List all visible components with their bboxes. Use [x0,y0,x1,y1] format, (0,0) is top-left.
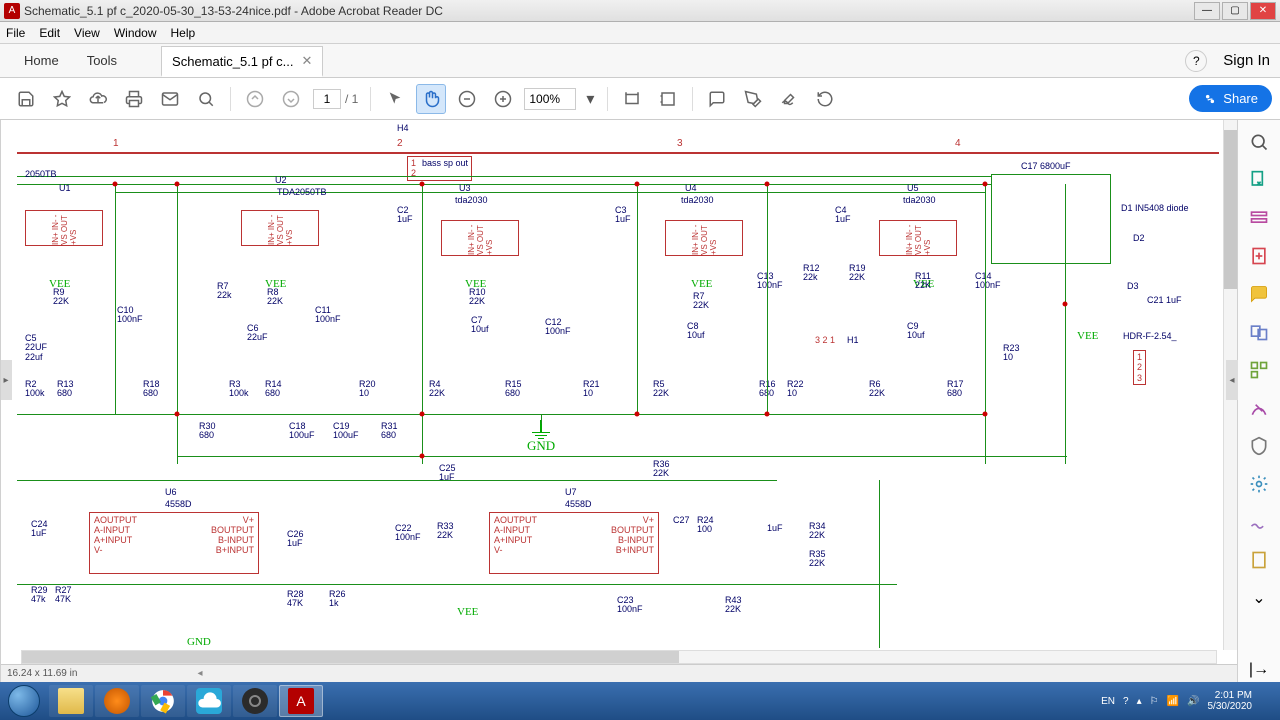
tray-help-icon[interactable]: ? [1123,696,1129,707]
protect-icon[interactable] [1247,434,1271,458]
document-size: 16.24 x 11.69 in [7,668,77,679]
system-tray[interactable]: EN ? ▴ ⚐ 📶 🔊 2:01 PM 5/30/2020 [1095,690,1280,712]
close-button[interactable]: ✕ [1250,2,1276,20]
comment-icon[interactable] [702,84,732,114]
menu-file[interactable]: File [6,26,25,40]
organize-icon[interactable] [1247,358,1271,382]
tab-document-label: Schematic_5.1 pf c... [172,54,293,69]
tray-volume-icon[interactable]: 🔊 [1187,696,1199,707]
hand-tool-icon[interactable] [416,84,446,114]
email-icon[interactable] [155,84,185,114]
help-icon[interactable]: ? [1185,50,1207,72]
search-page-icon[interactable] [1247,130,1271,154]
tray-clock[interactable]: 2:01 PM 5/30/2020 [1208,690,1253,712]
zoom-input[interactable] [524,88,576,110]
signin-button[interactable]: Sign In [1223,52,1270,69]
app-icon: A [4,3,20,19]
sign-icon[interactable] [774,84,804,114]
fit-page-icon[interactable] [653,84,683,114]
maximize-button[interactable]: ▢ [1222,2,1248,20]
taskbar: A EN ? ▴ ⚐ 📶 🔊 2:01 PM 5/30/2020 [0,682,1280,720]
tray-flag-icon[interactable]: ⚐ [1150,696,1159,707]
fit-width-icon[interactable] [617,84,647,114]
taskbar-chrome-icon[interactable] [141,685,185,717]
window-title: Schematic_5.1 pf c_2020-05-30_13-53-24ni… [24,4,1192,18]
edit-pdf-icon[interactable] [1247,206,1271,230]
share-label: Share [1223,91,1258,106]
menu-window[interactable]: Window [114,26,157,40]
tab-close-icon[interactable]: ✕ [301,53,312,69]
toolbar: / 1 ▾ Share [0,78,1280,120]
taskbar-obs-icon[interactable] [233,685,277,717]
tab-home[interactable]: Home [10,47,73,74]
rotate-icon[interactable] [810,84,840,114]
create-pdf-icon[interactable] [1247,244,1271,268]
tab-tools[interactable]: Tools [73,47,131,74]
collapse-rail-icon[interactable]: |→ [1247,658,1271,682]
schematic-drawing: 1 2 3 4 H4 1bass sp out 2 2050TB [17,124,1219,648]
menu-view[interactable]: View [74,26,100,40]
star-icon[interactable] [47,84,77,114]
menu-help[interactable]: Help [171,26,196,40]
export-pdf-icon[interactable] [1247,168,1271,192]
taskbar-acrobat-icon[interactable]: A [279,685,323,717]
status-bar: 16.24 x 11.69 in ◂ [1,664,1237,682]
window-titlebar: A Schematic_5.1 pf c_2020-05-30_13-53-24… [0,0,1280,22]
page-number-input[interactable] [313,89,341,109]
cloud-upload-icon[interactable] [83,84,113,114]
tab-document[interactable]: Schematic_5.1 pf c... ✕ [161,46,323,77]
comment-tool-icon[interactable] [1247,282,1271,306]
highlight-icon[interactable] [738,84,768,114]
print-icon[interactable] [119,84,149,114]
zoom-in-icon[interactable] [488,84,518,114]
zoom-out-icon[interactable] [452,84,482,114]
zoom-dropdown-icon[interactable]: ▾ [582,84,598,114]
combine-icon[interactable] [1247,320,1271,344]
tray-network-icon[interactable]: 📶 [1167,696,1179,707]
chevron-down-icon[interactable]: ⌄ [1247,586,1271,610]
page-down-icon[interactable] [276,84,306,114]
page-up-icon[interactable] [240,84,270,114]
redact-icon[interactable] [1247,396,1271,420]
document-viewport[interactable]: 1 2 3 4 H4 1bass sp out 2 2050TB [0,120,1238,682]
taskbar-cloud-icon[interactable] [187,685,231,717]
right-panel-toggle[interactable]: ◂ [1226,360,1238,400]
page-count: / 1 [345,92,358,106]
taskbar-wmp-icon[interactable] [95,685,139,717]
more-tools-icon[interactable] [1247,548,1271,572]
taskbar-explorer-icon[interactable] [49,685,93,717]
share-button[interactable]: Share [1189,85,1272,112]
tray-lang[interactable]: EN [1101,696,1115,707]
selection-tool-icon[interactable] [380,84,410,114]
find-icon[interactable] [191,84,221,114]
right-tool-rail: ⌄ |→ [1238,120,1280,682]
start-button[interactable] [0,682,48,720]
menu-edit[interactable]: Edit [39,26,60,40]
fill-sign-icon[interactable] [1247,510,1271,534]
compress-icon[interactable] [1247,472,1271,496]
tab-bar: Home Tools Schematic_5.1 pf c... ✕ ? Sig… [0,44,1280,78]
minimize-button[interactable]: — [1194,2,1220,20]
horizontal-scrollbar[interactable] [21,650,1217,664]
tray-chevron-icon[interactable]: ▴ [1137,696,1142,707]
save-icon[interactable] [11,84,41,114]
menu-bar: File Edit View Window Help [0,22,1280,44]
